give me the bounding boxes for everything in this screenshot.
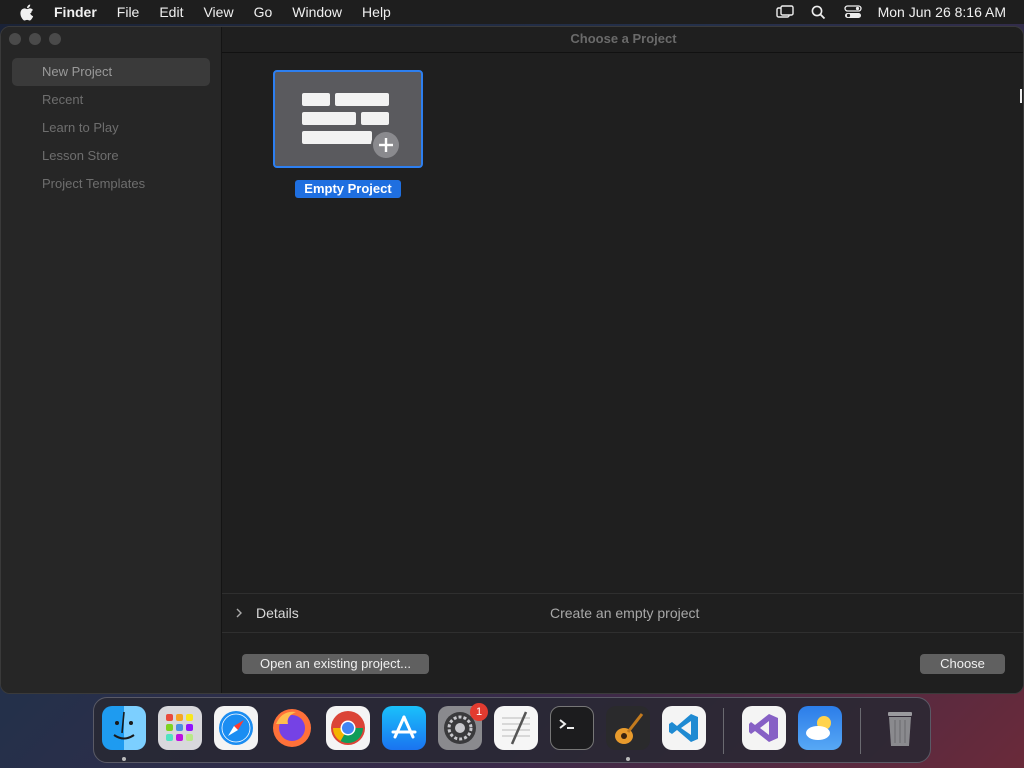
- details-bar: Details Create an empty project: [222, 593, 1023, 633]
- vscode-icon[interactable]: [662, 706, 706, 750]
- main-pane: Choose a Project Empty Project Details C…: [222, 27, 1023, 693]
- dock-separator: [723, 708, 724, 754]
- safari-icon[interactable]: [214, 706, 258, 750]
- menu-window[interactable]: Window: [282, 0, 352, 24]
- sidebar: New Project Recent Learn to Play Lesson …: [1, 27, 222, 693]
- search-icon[interactable]: [802, 5, 836, 20]
- finder-running-indicator: [122, 757, 126, 761]
- textedit-icon[interactable]: [494, 706, 538, 750]
- minimize-button[interactable]: [29, 33, 41, 45]
- visual-studio-icon[interactable]: [742, 706, 786, 750]
- sidebar-item-new-project[interactable]: New Project: [12, 58, 210, 86]
- menu-view[interactable]: View: [193, 0, 243, 24]
- details-description: Create an empty project: [550, 605, 700, 621]
- menu-file[interactable]: File: [107, 0, 150, 24]
- dock: 1: [93, 697, 931, 763]
- sidebar-item-project-templates[interactable]: Project Templates: [12, 170, 210, 198]
- sidebar-list: New Project Recent Learn to Play Lesson …: [12, 58, 210, 198]
- empty-project-label[interactable]: Empty Project: [295, 180, 401, 198]
- open-existing-project-button[interactable]: Open an existing project...: [242, 654, 429, 674]
- sidebar-item-learn-to-play[interactable]: Learn to Play: [12, 114, 210, 142]
- window-controls: [9, 33, 61, 45]
- screen-mirroring-icon[interactable]: [768, 5, 802, 19]
- sidebar-item-lesson-store[interactable]: Lesson Store: [12, 142, 210, 170]
- empty-project-icon: [302, 93, 401, 160]
- terminal-icon[interactable]: [550, 706, 594, 750]
- sidebar-item-recent[interactable]: Recent: [12, 86, 210, 114]
- menu-clock[interactable]: Mon Jun 26 8:16 AM: [870, 4, 1006, 20]
- finder-icon[interactable]: [102, 706, 146, 750]
- empty-project-tile[interactable]: [273, 70, 423, 168]
- apple-menu-icon[interactable]: [0, 4, 52, 21]
- menu-edit[interactable]: Edit: [149, 0, 193, 24]
- menu-app-name[interactable]: Finder: [52, 0, 107, 24]
- menu-help[interactable]: Help: [352, 0, 401, 24]
- launchpad-icon[interactable]: [158, 706, 202, 750]
- close-button[interactable]: [9, 33, 21, 45]
- window-title: Choose a Project: [222, 27, 1023, 53]
- app-store-icon[interactable]: [382, 706, 426, 750]
- firefox-icon[interactable]: [270, 706, 314, 750]
- trash-icon[interactable]: [878, 706, 922, 750]
- garageband-running-indicator: [626, 757, 630, 761]
- choose-button[interactable]: Choose: [920, 654, 1005, 674]
- details-toggle[interactable]: Details: [256, 605, 550, 621]
- menu-go[interactable]: Go: [244, 0, 283, 24]
- project-chooser-window: New Project Recent Learn to Play Lesson …: [0, 26, 1024, 694]
- zoom-button[interactable]: [49, 33, 61, 45]
- chrome-icon[interactable]: [326, 706, 370, 750]
- dock-separator-trash: [860, 708, 861, 754]
- menu-bar: Finder File Edit View Go Window Help Mon…: [0, 0, 1024, 24]
- control-center-icon[interactable]: [836, 5, 870, 19]
- weather-icon[interactable]: [798, 706, 842, 750]
- system-settings-badge: 1: [470, 703, 488, 721]
- text-cursor-icon: [1020, 89, 1022, 103]
- chevron-right-icon[interactable]: [222, 608, 256, 618]
- garageband-icon[interactable]: [606, 706, 650, 750]
